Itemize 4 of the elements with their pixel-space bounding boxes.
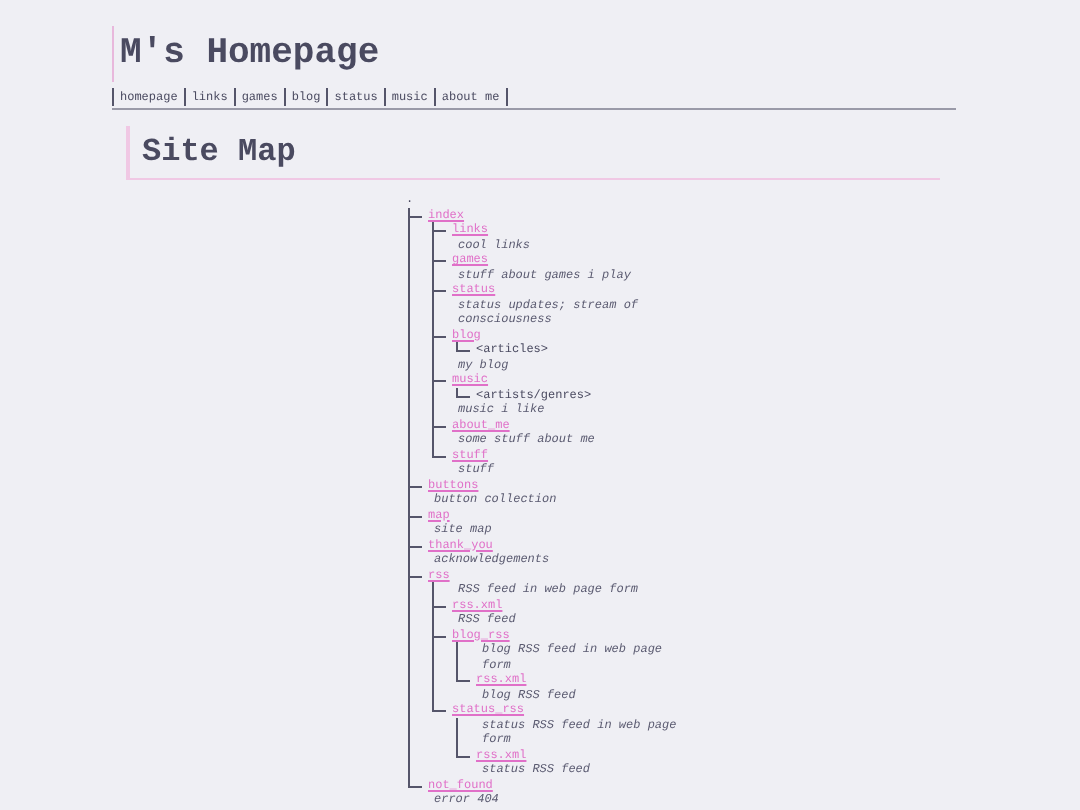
site-title: M's Homepage [120,32,382,78]
tree-line [456,387,458,395]
page-heading: Site Map [142,132,298,172]
tree-line [456,342,458,350]
